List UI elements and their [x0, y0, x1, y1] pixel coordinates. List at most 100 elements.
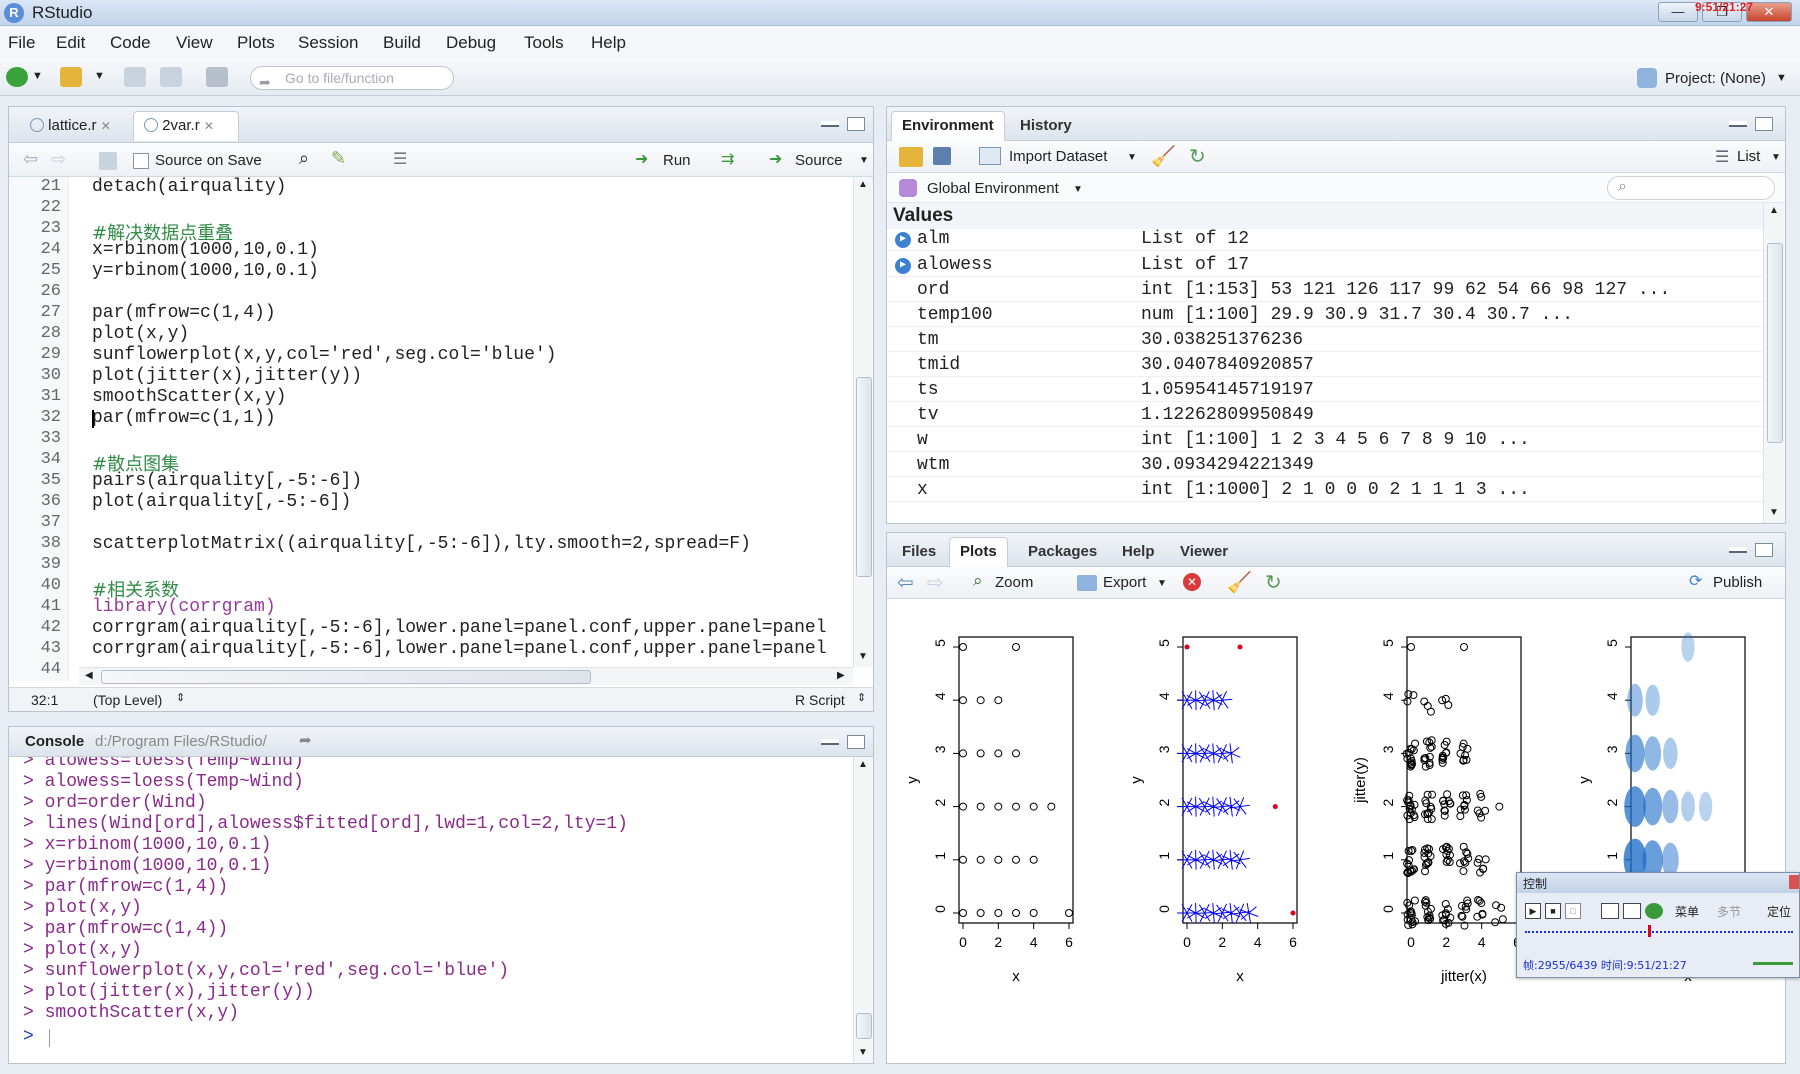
menu-file[interactable]: File	[8, 33, 35, 53]
magic-wand-icon[interactable]: ✎	[331, 148, 346, 169]
close-icon[interactable]	[1789, 875, 1799, 889]
env-row-alm[interactable]: ▶ alm List of 12	[887, 229, 1763, 251]
code-editor[interactable]: 21 detach(airquality) 22 23 #解决数据点重叠 24 …	[9, 177, 849, 681]
console-prompt[interactable]: >	[23, 1027, 34, 1047]
env-row-alowess[interactable]: ▶ alowess List of 17	[887, 255, 1763, 277]
env-row-wtm[interactable]: wtm 30.0934294221349	[887, 455, 1763, 477]
search-icon[interactable]: ⌕	[299, 148, 309, 169]
chevron-down-icon[interactable]: ▼	[1073, 184, 1083, 195]
minimize-pane-icon[interactable]	[1729, 547, 1747, 553]
scroll-up-icon[interactable]: ▲	[1769, 205, 1779, 216]
menu-session[interactable]: Session	[298, 33, 358, 53]
next-plot-icon[interactable]: ⇨	[927, 570, 944, 595]
broom-icon[interactable]: 🧹	[1151, 144, 1176, 169]
editor-vertical-scrollbar[interactable]: ▲ ▼	[853, 177, 873, 667]
close-tab-icon[interactable]: ✕	[101, 119, 111, 133]
chevron-down-icon[interactable]: ▼	[1127, 152, 1137, 163]
tab-files[interactable]: Files	[891, 537, 947, 567]
export-button[interactable]: Export	[1103, 574, 1146, 591]
scroll-down-icon[interactable]: ▼	[858, 1047, 868, 1058]
updown-icon[interactable]: ⇕	[857, 691, 866, 704]
scroll-up-icon[interactable]: ▲	[858, 179, 868, 190]
scroll-right-icon[interactable]: ▶	[837, 670, 845, 681]
tab-environment[interactable]: Environment	[891, 111, 1005, 141]
menu-build[interactable]: Build	[383, 33, 421, 53]
chevron-down-icon[interactable]: ▼	[859, 155, 869, 166]
go-to-directory-icon[interactable]: ➦	[299, 731, 312, 749]
document-outline-icon[interactable]: ☰	[393, 149, 407, 169]
env-row-x[interactable]: x int [1:1000] 2 1 0 0 0 2 1 1 1 3 ...	[887, 480, 1763, 502]
zoom-button[interactable]: Zoom	[995, 574, 1033, 591]
global-environment-selector[interactable]: Global Environment	[927, 180, 1059, 197]
env-row-temp100[interactable]: temp100 num [1:100] 29.9 30.9 31.7 30.4 …	[887, 305, 1763, 327]
project-menu[interactable]: Project: (None)	[1665, 70, 1766, 87]
menu-tools[interactable]: Tools	[524, 33, 564, 53]
chevron-down-icon[interactable]: ▼	[1771, 152, 1781, 163]
scroll-thumb[interactable]	[856, 1013, 872, 1039]
scroll-thumb[interactable]	[1767, 243, 1783, 443]
player-locate-button[interactable]: 定位	[1767, 903, 1791, 920]
print-icon[interactable]	[206, 67, 228, 87]
save-icon[interactable]	[99, 152, 117, 170]
source-on-save-checkbox[interactable]	[133, 153, 149, 169]
maximize-pane-icon[interactable]	[847, 117, 865, 131]
player-progress-handle[interactable]	[1648, 925, 1651, 937]
window-mode-icon[interactable]	[1601, 903, 1619, 919]
console-output[interactable]: > alowess=loess(Temp~Wind) > alowess=loe…	[9, 757, 849, 1063]
menu-plots[interactable]: Plots	[237, 33, 275, 53]
close-tab-icon[interactable]: ✕	[204, 119, 214, 133]
menu-edit[interactable]: Edit	[56, 33, 85, 53]
menu-debug[interactable]: Debug	[446, 33, 496, 53]
new-file-icon[interactable]	[6, 67, 28, 87]
rerun-icon[interactable]: ⇉	[721, 149, 734, 169]
refresh-icon[interactable]: ↻	[1265, 570, 1282, 595]
publish-button[interactable]: Publish	[1713, 574, 1762, 591]
expand-icon[interactable]: ▶	[895, 258, 911, 274]
save-icon[interactable]	[933, 147, 951, 165]
remove-plot-icon[interactable]: ✕	[1183, 573, 1201, 591]
record-icon[interactable]	[1645, 903, 1663, 919]
environment-vertical-scrollbar[interactable]: ▲ ▼	[1763, 203, 1785, 523]
table-icon[interactable]	[979, 147, 1001, 165]
env-row-ts[interactable]: ts 1.05954145719197	[887, 380, 1763, 402]
chevron-down-icon[interactable]: ▼	[1157, 578, 1167, 589]
maximize-pane-icon[interactable]	[1755, 543, 1773, 557]
save-all-icon[interactable]	[160, 67, 182, 87]
minimize-pane-icon[interactable]	[821, 739, 839, 745]
open-folder-icon[interactable]	[60, 67, 82, 87]
import-dataset-button[interactable]: Import Dataset	[1009, 148, 1107, 165]
stop-icon[interactable]: ■	[1545, 903, 1561, 919]
environment-search-input[interactable]: ⌕	[1607, 176, 1775, 200]
tab-plots[interactable]: Plots	[949, 537, 1008, 567]
back-arrow-icon[interactable]: ⇦	[23, 149, 38, 170]
menu-help[interactable]: Help	[591, 33, 626, 53]
tab-2var-r[interactable]: 2var.r ✕	[133, 111, 239, 141]
scope-selector[interactable]: (Top Level)	[93, 692, 162, 708]
goto-file-input[interactable]: Go to file/function	[250, 66, 454, 90]
env-row-ord[interactable]: ord int [1:153] 53 121 126 117 99 62 54 …	[887, 280, 1763, 302]
minimize-pane-icon[interactable]	[821, 121, 839, 127]
broom-icon[interactable]: 🧹	[1227, 570, 1252, 595]
scroll-down-icon[interactable]: ▼	[1769, 507, 1779, 518]
editor-horizontal-scrollbar[interactable]: ◀ ▶	[79, 667, 853, 685]
minimize-pane-icon[interactable]	[1729, 121, 1747, 127]
scroll-up-icon[interactable]: ▲	[858, 759, 868, 770]
scroll-left-icon[interactable]: ◀	[85, 670, 93, 681]
chevron-down-icon[interactable]: ▼	[1776, 72, 1787, 84]
tab-help[interactable]: Help	[1111, 537, 1166, 567]
tab-history[interactable]: History	[1009, 111, 1083, 141]
scroll-thumb[interactable]	[101, 670, 591, 684]
env-row-tmid[interactable]: tmid 30.0407840920857	[887, 355, 1763, 377]
env-row-tm[interactable]: tm 30.038251376236	[887, 330, 1763, 352]
refresh-icon[interactable]: ↻	[1189, 144, 1206, 169]
scroll-down-icon[interactable]: ▼	[858, 651, 868, 662]
menu-code[interactable]: Code	[110, 33, 151, 53]
console-vertical-scrollbar[interactable]: ▲ ▼	[853, 757, 873, 1063]
tab-viewer[interactable]: Viewer	[1169, 537, 1239, 567]
run-arrow-icon[interactable]: ➜	[635, 149, 648, 169]
frame-icon[interactable]: □	[1565, 903, 1581, 919]
fullscreen-icon[interactable]	[1623, 903, 1641, 919]
expand-icon[interactable]: ▶	[895, 232, 911, 248]
volume-slider[interactable]	[1753, 962, 1793, 965]
chevron-down-icon[interactable]: ▼	[94, 70, 105, 82]
